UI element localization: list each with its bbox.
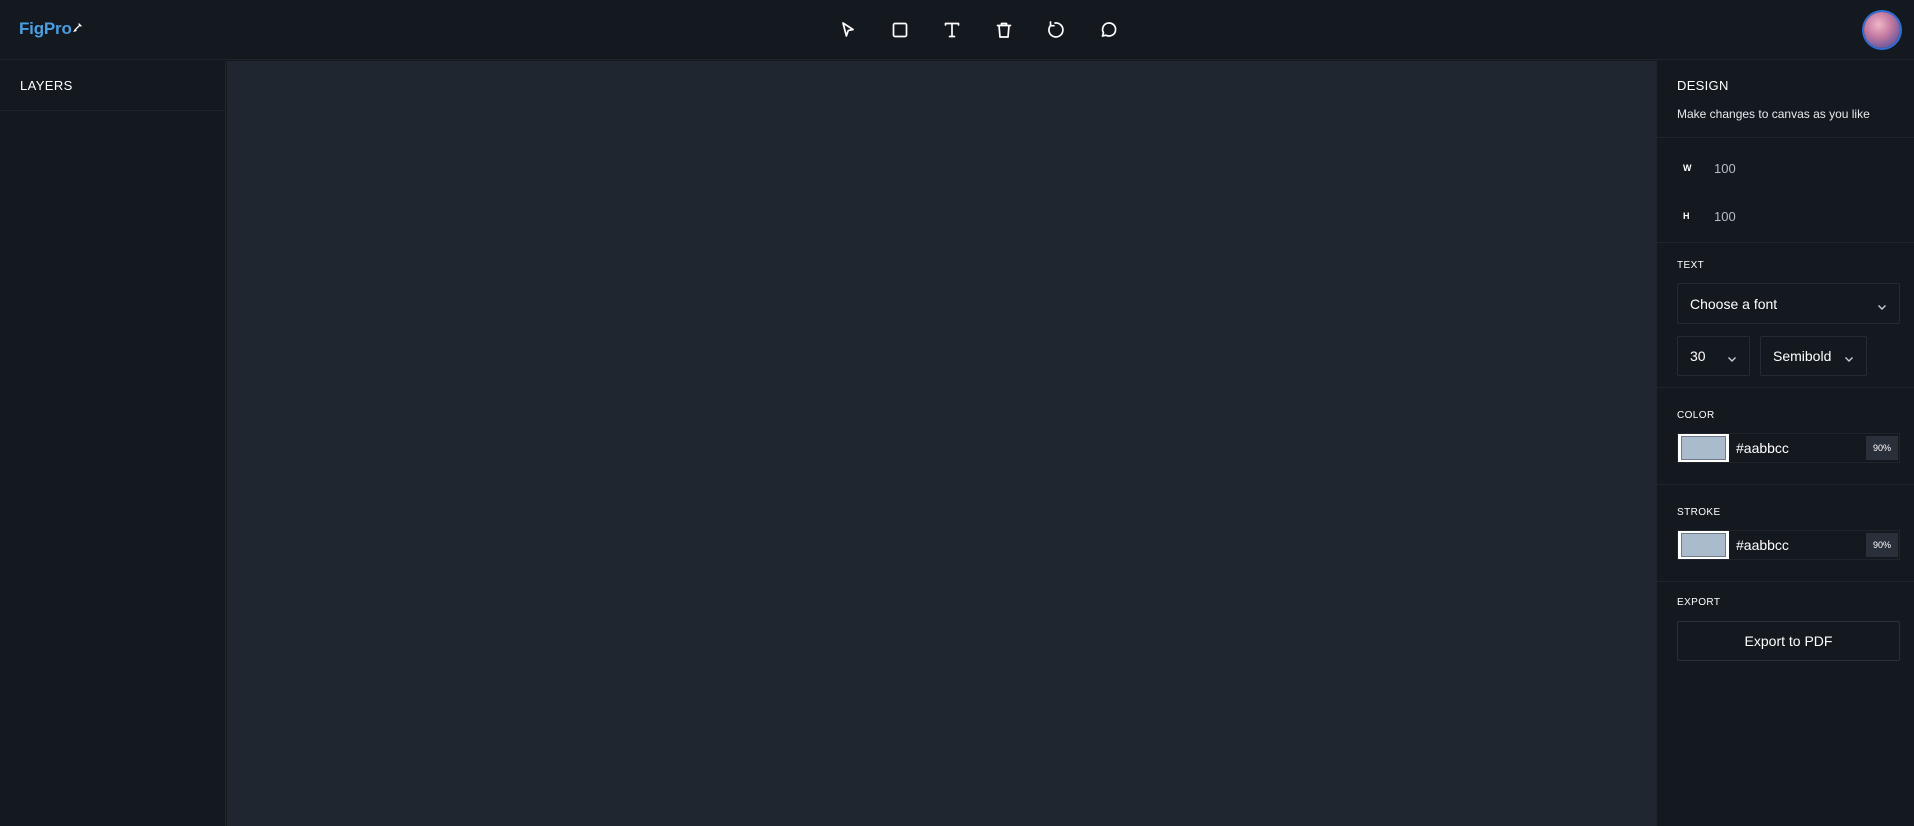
app-logo[interactable]: FigPro bbox=[19, 19, 83, 39]
delete-tool-button[interactable] bbox=[978, 16, 1030, 44]
font-weight-value: Semibold bbox=[1773, 348, 1832, 364]
stroke-color-row: #aabbcc 90% bbox=[1677, 530, 1900, 560]
design-subtitle: Make changes to canvas as you like bbox=[1677, 107, 1870, 121]
design-section: DESIGN Make changes to canvas as you lik… bbox=[1657, 61, 1914, 138]
height-label: H bbox=[1683, 211, 1690, 221]
text-tool-button[interactable] bbox=[926, 16, 978, 44]
fill-color-row: #aabbcc 90% bbox=[1677, 433, 1900, 463]
stroke-color-preview bbox=[1681, 533, 1726, 557]
width-input[interactable] bbox=[1714, 160, 1794, 176]
height-row: H bbox=[1677, 202, 1894, 230]
stroke-color-hex[interactable]: #aabbcc bbox=[1729, 537, 1866, 553]
export-section-label: EXPORT bbox=[1677, 597, 1721, 608]
chat-icon bbox=[1101, 22, 1117, 37]
font-size-weight-row: 30 Semibold bbox=[1677, 336, 1894, 376]
fill-opacity-badge: 90% bbox=[1866, 436, 1898, 460]
layers-title: LAYERS bbox=[0, 61, 225, 111]
design-canvas[interactable] bbox=[227, 61, 1656, 826]
select-tool-button[interactable] bbox=[822, 16, 874, 44]
font-weight-select[interactable]: Semibold bbox=[1760, 336, 1867, 376]
toolbar bbox=[822, 16, 1134, 44]
design-title: DESIGN bbox=[1677, 78, 1729, 93]
top-navbar: FigPro bbox=[0, 0, 1914, 60]
stroke-section-label: STROKE bbox=[1677, 507, 1721, 518]
pen-icon bbox=[72, 17, 83, 37]
dimensions-section: W H bbox=[1657, 138, 1914, 243]
fill-color-preview bbox=[1681, 436, 1726, 460]
height-input[interactable] bbox=[1714, 208, 1794, 224]
text-icon bbox=[944, 22, 960, 38]
user-avatar[interactable] bbox=[1864, 12, 1900, 48]
cursor-icon bbox=[842, 22, 854, 37]
chevron-down-icon bbox=[1844, 351, 1854, 362]
reset-tool-button[interactable] bbox=[1030, 16, 1082, 44]
font-size-select[interactable]: 30 bbox=[1677, 336, 1750, 376]
stroke-section: STROKE #aabbcc 90% bbox=[1657, 485, 1914, 582]
comment-tool-button[interactable] bbox=[1082, 16, 1134, 44]
rectangle-tool-button[interactable] bbox=[874, 16, 926, 44]
color-section: COLOR #aabbcc 90% bbox=[1657, 388, 1914, 485]
export-pdf-button[interactable]: Export to PDF bbox=[1677, 621, 1900, 661]
design-panel: DESIGN Make changes to canvas as you lik… bbox=[1656, 61, 1914, 826]
font-family-value: Choose a font bbox=[1690, 295, 1778, 312]
width-label: W bbox=[1683, 163, 1692, 173]
font-family-select[interactable]: Choose a font bbox=[1677, 283, 1900, 324]
export-section: EXPORT Export to PDF bbox=[1657, 582, 1914, 661]
stroke-opacity-badge: 90% bbox=[1866, 533, 1898, 557]
width-row: W bbox=[1677, 154, 1894, 182]
layers-sidebar: LAYERS bbox=[0, 61, 226, 826]
square-icon bbox=[892, 22, 908, 38]
fill-color-hex[interactable]: #aabbcc bbox=[1729, 440, 1866, 456]
trash-icon bbox=[996, 22, 1012, 38]
text-section: TEXT Choose a font 30 Semibold bbox=[1657, 243, 1914, 388]
stroke-color-swatch[interactable] bbox=[1678, 531, 1729, 559]
text-section-label: TEXT bbox=[1677, 260, 1705, 271]
rotate-icon bbox=[1048, 21, 1064, 38]
font-size-value: 30 bbox=[1690, 348, 1706, 364]
fill-color-swatch[interactable] bbox=[1678, 434, 1729, 462]
chevron-down-icon bbox=[1877, 299, 1887, 310]
color-section-label: COLOR bbox=[1677, 410, 1715, 421]
logo-text: FigPro bbox=[19, 19, 72, 38]
chevron-down-icon bbox=[1727, 351, 1737, 362]
